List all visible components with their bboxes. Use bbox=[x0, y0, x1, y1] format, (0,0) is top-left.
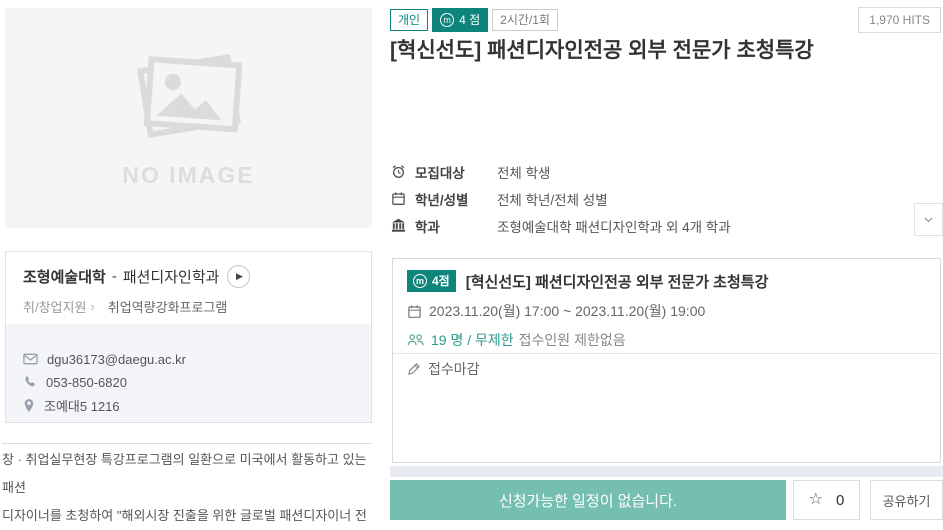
program-description: 창 · 취업실무현장 특강프로그램의 일환으로 미국에서 활동하고 있는 패션 … bbox=[2, 446, 372, 530]
description-line: 디자이너를 초청하여 "해외시장 진출을 위한 글로벌 패션디자이너 전략" … bbox=[2, 502, 372, 530]
description-line: 창 · 취업실무현장 특강프로그램의 일환으로 미국에서 활동하고 있는 패션 bbox=[2, 446, 372, 502]
info-label: 학년/성별 bbox=[415, 189, 493, 209]
section-strip bbox=[390, 466, 943, 477]
info-label: 학과 bbox=[415, 216, 493, 236]
page-title: [혁신선도] 패션디자인전공 외부 전문가 초청특강 bbox=[390, 34, 935, 64]
schedule-capacity-row: 19 명 / 무제한 접수인원 제한없음 bbox=[407, 330, 926, 350]
capacity-value: 19 명 / 무제한 bbox=[431, 330, 514, 350]
college-name: 조형예술대학 bbox=[23, 266, 106, 287]
calendar-icon bbox=[391, 191, 406, 206]
photo-stack-icon bbox=[125, 48, 253, 144]
organizer-header: 조형예술대학 - 패션디자인학과 ▶ 취/창업지원 › 취업역량강화프로그램 bbox=[6, 252, 371, 310]
capacity-note: 접수인원 제한없음 bbox=[519, 330, 626, 350]
info-value: 조형예술대학 패션디자인학과 외 4개 학과 bbox=[497, 216, 731, 236]
no-image-placeholder: NO IMAGE bbox=[5, 8, 372, 228]
favorite-button[interactable]: ☆ 0 bbox=[793, 480, 860, 520]
organizer-email[interactable]: dgu36173@daegu.ac.kr bbox=[47, 352, 186, 367]
play-button[interactable]: ▶ bbox=[227, 265, 250, 288]
chevron-down-icon bbox=[924, 217, 933, 223]
separator: - bbox=[112, 268, 117, 285]
star-icon: ☆ bbox=[809, 492, 823, 508]
organizer-phone[interactable]: 053-850-6820 bbox=[46, 375, 127, 390]
envelope-icon bbox=[23, 353, 38, 365]
phone-icon bbox=[23, 375, 37, 389]
alarm-clock-icon bbox=[391, 164, 406, 179]
breadcrumb-arrow-icon: › bbox=[90, 299, 94, 314]
schedule-card: m 4점 [혁신선도] 패션디자인전공 외부 전문가 초청특강 2023.11.… bbox=[392, 258, 941, 463]
mileage-icon: m bbox=[413, 274, 427, 288]
hits-counter: 1,970 HITS bbox=[858, 7, 941, 33]
department-expand-button[interactable] bbox=[914, 203, 943, 236]
info-value: 전체 학생 bbox=[497, 162, 550, 182]
breadcrumb-program[interactable]: 취업역량강화프로그램 bbox=[108, 297, 228, 316]
bank-icon bbox=[391, 218, 406, 233]
info-label: 모집대상 bbox=[415, 162, 493, 182]
play-icon: ▶ bbox=[236, 272, 243, 281]
info-row-grade-gender: 학년/성별 전체 학년/전체 성별 bbox=[391, 185, 911, 212]
share-button[interactable]: 공유하기 bbox=[870, 480, 943, 520]
schedule-datetime: 2023.11.20(월) 17:00 ~ 2023.11.20(월) 19:0… bbox=[429, 301, 705, 321]
divider bbox=[393, 353, 940, 354]
event-detail-page: NO IMAGE 조형예술대학 - 패션디자인학과 ▶ 취/창업지원 › 취업역… bbox=[0, 0, 943, 530]
calendar-icon bbox=[407, 304, 422, 319]
people-icon bbox=[407, 333, 424, 347]
contact-email-row: dgu36173@daegu.ac.kr bbox=[23, 348, 354, 370]
schedule-score-label: 4점 bbox=[432, 275, 450, 287]
event-info-list: 모집대상 전체 학생 학년/성별 전체 학년/전체 성별 bbox=[391, 158, 911, 239]
badge-row: 개인 m 4 점 2시간/1회 bbox=[390, 8, 558, 32]
schedule-status-row: 접수마감 bbox=[407, 359, 926, 379]
location-pin-icon bbox=[23, 398, 35, 413]
mileage-icon: m bbox=[440, 13, 454, 27]
info-row-department: 학과 조형예술대학 패션디자인학과 외 4개 학과 bbox=[391, 212, 911, 239]
badge-personal: 개인 bbox=[390, 9, 428, 31]
schedule-title: [혁신선도] 패션디자인전공 외부 전문가 초청특강 bbox=[466, 271, 769, 292]
organizer-card: 조형예술대학 - 패션디자인학과 ▶ 취/창업지원 › 취업역량강화프로그램 d… bbox=[5, 251, 372, 423]
contact-phone-row: 053-850-6820 bbox=[23, 371, 354, 393]
no-image-label: NO IMAGE bbox=[122, 162, 254, 189]
badge-score: m 4 점 bbox=[432, 8, 488, 32]
contact-section: dgu36173@daegu.ac.kr 053-850-6820 조예대5 1… bbox=[6, 324, 371, 422]
schedule-status: 접수마감 bbox=[428, 359, 480, 379]
badge-duration: 2시간/1회 bbox=[492, 9, 558, 31]
divider bbox=[2, 443, 372, 444]
info-value: 전체 학년/전체 성별 bbox=[497, 189, 608, 209]
no-schedule-button[interactable]: 신청가능한 일정이 없습니다. bbox=[390, 480, 786, 520]
info-row-target: 모집대상 전체 학생 bbox=[391, 158, 911, 185]
schedule-datetime-row: 2023.11.20(월) 17:00 ~ 2023.11.20(월) 19:0… bbox=[407, 301, 926, 321]
breadcrumb-category[interactable]: 취/창업지원 bbox=[23, 297, 86, 316]
favorite-count: 0 bbox=[836, 492, 844, 509]
department-name: 패션디자인학과 bbox=[123, 266, 220, 287]
schedule-score-badge: m 4점 bbox=[407, 270, 456, 292]
contact-location-row: 조예대5 1216 bbox=[23, 394, 354, 416]
schedule-header: m 4점 [혁신선도] 패션디자인전공 외부 전문가 초청특강 bbox=[407, 270, 926, 292]
organizer-location: 조예대5 1216 bbox=[44, 396, 120, 415]
pen-icon bbox=[407, 362, 421, 376]
badge-score-label: 4 점 bbox=[459, 14, 480, 26]
